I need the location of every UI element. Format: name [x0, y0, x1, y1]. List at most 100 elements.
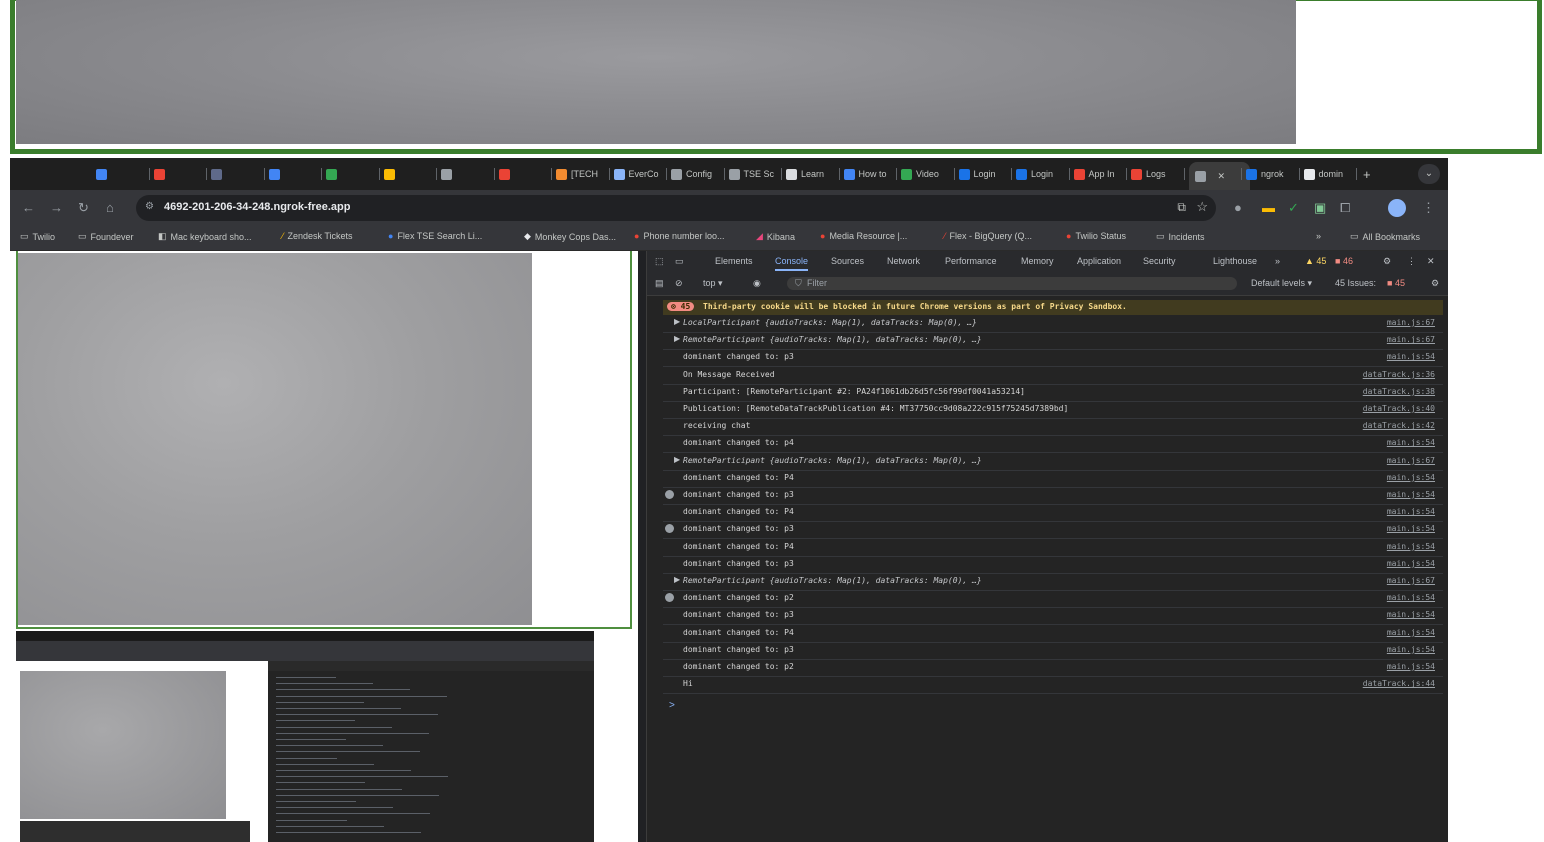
devtools-tab-application[interactable]: Application — [1077, 256, 1121, 266]
browser-tab[interactable]: domin — [1303, 164, 1354, 184]
bookmark-item[interactable]: ⁄ Zendesk Tickets — [282, 231, 353, 241]
console-log-entry[interactable]: dominant changed to: P4 main.js:54 — [663, 470, 1443, 488]
browser-tab[interactable] — [211, 164, 261, 184]
sidebar-toggle-icon[interactable]: ▤ — [655, 278, 664, 289]
browser-tab[interactable]: Learn — [786, 164, 836, 184]
console-log-entry[interactable]: dominant changed to: p2 main.js:54 — [663, 659, 1443, 677]
devtools-tab-console[interactable]: Console — [775, 256, 809, 271]
console-log-entry[interactable]: dominant changed to: p2 main.js:54 — [663, 590, 1443, 609]
close-devtools-icon[interactable]: ✕ — [1427, 256, 1435, 267]
bookmark-item[interactable]: ● Media Resource |... — [820, 231, 907, 241]
source-link[interactable]: main.js:67 — [1387, 335, 1435, 344]
errors-icon[interactable]: ■ 46 — [1335, 256, 1353, 266]
browser-tab[interactable]: Config — [671, 164, 721, 184]
source-link[interactable]: main.js:67 — [1387, 456, 1435, 465]
cast-icon[interactable]: ⧉ — [1177, 200, 1186, 215]
bookmarks-overflow-button[interactable]: » — [1316, 231, 1321, 241]
cookie-warning-row[interactable]: ⊗ 45 Third-party cookie will be blocked … — [663, 300, 1443, 315]
console-settings-icon[interactable]: ⚙ — [1431, 278, 1439, 289]
source-link[interactable]: main.js:54 — [1387, 524, 1435, 533]
source-link[interactable]: main.js:54 — [1387, 542, 1435, 551]
settings-gear-icon[interactable]: ⚙ — [1383, 256, 1391, 267]
issues-label[interactable]: 45 Issues: — [1335, 278, 1376, 288]
browser-tab[interactable]: App In — [1073, 164, 1124, 184]
bookmark-star-icon[interactable]: ☆ — [1196, 199, 1208, 215]
warnings-icon[interactable]: ▲ 45 — [1305, 256, 1326, 266]
console-log-entry[interactable]: dominant changed to: P4 main.js:54 — [663, 539, 1443, 557]
source-link[interactable]: main.js:54 — [1387, 438, 1435, 447]
browser-tab[interactable]: TSE Sc — [728, 164, 779, 184]
source-link[interactable]: main.js:54 — [1387, 628, 1435, 637]
source-link[interactable]: dataTrack.js:44 — [1363, 679, 1435, 688]
log-levels-dropdown[interactable]: Default levels ▾ — [1251, 278, 1312, 289]
browser-tab[interactable]: ngrok — [1246, 164, 1296, 184]
source-link[interactable]: dataTrack.js:36 — [1363, 370, 1435, 379]
browser-tab[interactable] — [326, 164, 376, 184]
filter-input[interactable]: ⛉ Filter — [787, 277, 1237, 290]
address-bar[interactable]: ⚙ 4692-201-206-34-248.ngrok-free.app ⧉ ☆ — [136, 195, 1216, 221]
browser-tab[interactable] — [268, 164, 319, 184]
devtools-tab-network[interactable]: Network — [887, 256, 920, 266]
bookmark-item[interactable]: ◆ Monkey Cops Das... — [524, 231, 616, 242]
browser-tab[interactable] — [96, 164, 146, 184]
tab-search-button[interactable]: ⌄ — [1418, 164, 1440, 184]
source-link[interactable]: main.js:54 — [1387, 352, 1435, 361]
bookmark-item[interactable]: ▭ Foundever — [78, 231, 134, 242]
bookmark-item[interactable]: ● Phone number loo... — [634, 231, 725, 241]
source-link[interactable]: main.js:54 — [1387, 507, 1435, 516]
browser-tab[interactable]: Login — [1016, 164, 1066, 184]
devtools-tab-performance[interactable]: Performance — [945, 256, 997, 266]
source-link[interactable]: main.js:54 — [1387, 610, 1435, 619]
bookmark-item[interactable]: ▭ Twilio — [20, 231, 55, 242]
expand-triangle-icon[interactable]: ▶ — [674, 317, 680, 326]
devtools-tab-sources[interactable]: Sources — [831, 256, 864, 266]
console-log-entry[interactable]: receiving chat dataTrack.js:42 — [663, 418, 1443, 437]
devtools-tab-memory[interactable]: Memory — [1021, 256, 1054, 266]
console-log-entry[interactable]: Participant: [RemoteParticipant #2: PA24… — [663, 384, 1443, 402]
bookmark-item[interactable]: ◢ Kibana — [756, 231, 795, 242]
reload-icon[interactable]: ↻ — [78, 200, 89, 216]
back-icon[interactable]: ← — [22, 200, 35, 216]
bookmark-item[interactable]: ◧ Mac keyboard sho... — [158, 231, 252, 242]
bookmark-item[interactable]: ● Flex TSE Search Li... — [388, 231, 482, 241]
source-link[interactable]: main.js:67 — [1387, 576, 1435, 585]
clear-console-icon[interactable]: ⊘ — [675, 278, 683, 289]
console-log-entry[interactable]: Publication: [RemoteDataTrackPublication… — [663, 401, 1443, 419]
expand-triangle-icon[interactable]: ▶ — [674, 455, 680, 464]
issues-badge[interactable]: ■ 45 — [1387, 278, 1405, 288]
console-log-entry[interactable]: ▶ RemoteParticipant {audioTracks: Map(1),… — [663, 453, 1443, 471]
console-log-entry[interactable]: ▶ RemoteParticipant {audioTracks: Map(1),… — [663, 573, 1443, 591]
bookmark-item[interactable]: ⁄ Flex - BigQuery (Q... — [944, 231, 1032, 241]
browser-tab[interactable]: Video — [901, 164, 951, 184]
source-link[interactable]: main.js:54 — [1387, 593, 1435, 602]
source-link[interactable]: main.js:54 — [1387, 559, 1435, 568]
inspect-element-icon[interactable]: ⬚ — [655, 256, 664, 267]
browser-tab[interactable]: [TECH — [556, 164, 606, 184]
source-link[interactable]: dataTrack.js:38 — [1363, 387, 1435, 396]
devtools-tab-lighthouse[interactable]: Lighthouse — [1213, 256, 1257, 266]
console-log-entry[interactable]: dominant changed to: p3 main.js:54 — [663, 642, 1443, 660]
console-log-entry[interactable]: On Message Received dataTrack.js:36 — [663, 367, 1443, 385]
console-log-entry[interactable]: dominant changed to: p3 main.js:54 — [663, 607, 1443, 626]
browser-tab[interactable] — [441, 164, 491, 184]
devtools-tab-[interactable]: » — [1275, 256, 1280, 266]
source-link[interactable]: main.js:54 — [1387, 645, 1435, 654]
source-link[interactable]: main.js:54 — [1387, 473, 1435, 482]
extension-sheet-icon[interactable]: ▣ — [1314, 200, 1326, 216]
browser-tab[interactable]: How to — [843, 164, 894, 184]
close-tab-icon[interactable]: ✕ — [1218, 171, 1226, 182]
browser-tab[interactable] — [153, 164, 204, 184]
expand-triangle-icon[interactable]: ▶ — [674, 575, 680, 584]
device-toolbar-icon[interactable]: ▭ — [675, 256, 684, 267]
source-link[interactable]: dataTrack.js:40 — [1363, 404, 1435, 413]
menu-icon[interactable]: ⋮ — [1422, 200, 1435, 216]
context-selector[interactable]: top ▾ — [703, 278, 723, 289]
source-link[interactable]: main.js:54 — [1387, 662, 1435, 671]
live-expression-icon[interactable]: ◉ — [753, 278, 761, 289]
new-tab-button[interactable]: + — [1363, 164, 1371, 184]
source-link[interactable]: dataTrack.js:42 — [1363, 421, 1435, 430]
console-log-entry[interactable]: dominant changed to: P4 main.js:54 — [663, 504, 1443, 523]
console-log-entry[interactable]: ▶ LocalParticipant {audioTracks: Map(1), … — [663, 315, 1443, 333]
browser-tab[interactable] — [498, 164, 549, 184]
browser-tab[interactable]: Login — [958, 164, 1009, 184]
